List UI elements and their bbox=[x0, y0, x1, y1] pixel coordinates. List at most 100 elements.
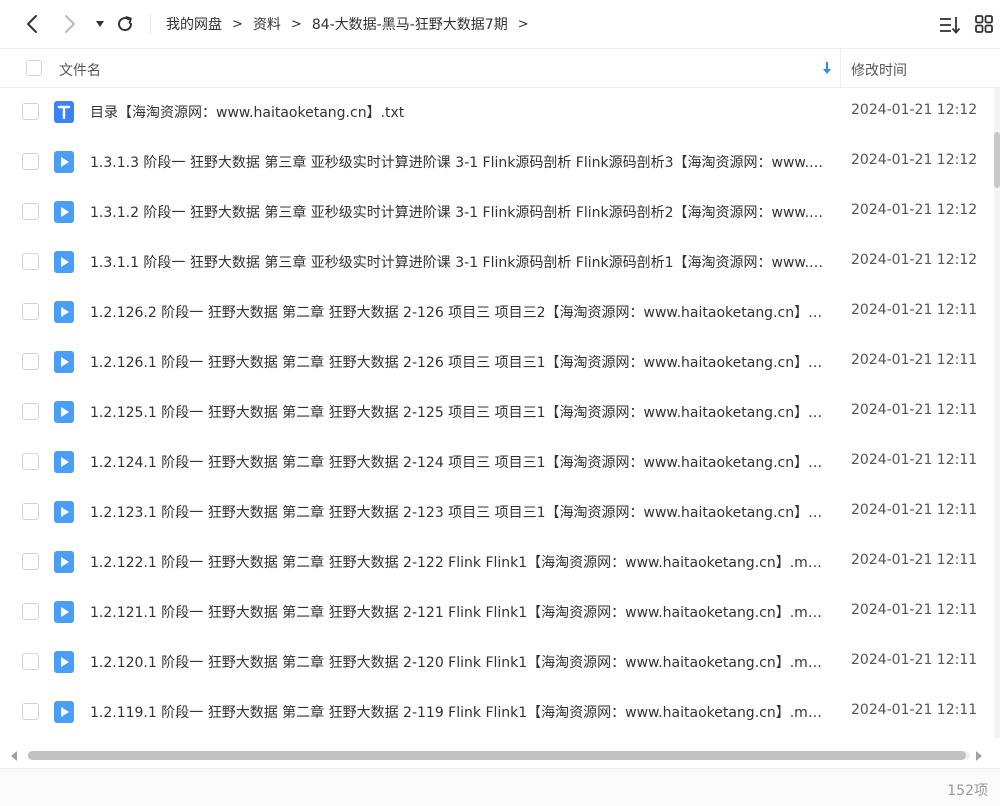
refresh-icon bbox=[118, 16, 133, 32]
file-row[interactable]: 1.3.1.3 阶段一 狂野大数据 第三章 亚秒级实时计算进阶课 3-1 Fli… bbox=[0, 138, 994, 188]
row-checkbox[interactable] bbox=[22, 153, 39, 170]
file-modified-time: 2024-01-21 12:12 bbox=[851, 202, 978, 218]
grid-view-icon bbox=[975, 15, 993, 33]
video-file-icon bbox=[54, 301, 74, 323]
file-name: 1.2.123.1 阶段一 狂野大数据 第二章 狂野大数据 2-123 项目三 … bbox=[90, 505, 825, 521]
scroll-left-arrow-icon[interactable] bbox=[10, 750, 18, 762]
row-checkbox[interactable] bbox=[22, 503, 39, 520]
file-row[interactable]: 1.2.126.1 阶段一 狂野大数据 第二章 狂野大数据 2-126 项目三 … bbox=[0, 338, 994, 388]
column-header-name[interactable]: 文件名 bbox=[59, 60, 101, 80]
file-row[interactable]: 1.2.122.1 阶段一 狂野大数据 第二章 狂野大数据 2-122 Flin… bbox=[0, 538, 994, 588]
file-name: 1.2.122.1 阶段一 狂野大数据 第二章 狂野大数据 2-122 Flin… bbox=[90, 555, 825, 571]
file-row[interactable]: 1.2.120.1 阶段一 狂野大数据 第二章 狂野大数据 2-120 Flin… bbox=[0, 638, 994, 688]
row-checkbox[interactable] bbox=[22, 303, 39, 320]
scroll-right-arrow-icon[interactable] bbox=[975, 750, 983, 762]
vertical-scrollbar[interactable] bbox=[994, 88, 1000, 738]
row-checkbox[interactable] bbox=[22, 353, 39, 370]
file-name: 目录【海淘资源网：www.haitaoketang.cn】.txt bbox=[90, 105, 405, 121]
file-modified-time: 2024-01-21 12:12 bbox=[851, 152, 978, 168]
toolbar: 我的网盘 > 资料 > 84-大数据-黑马-狂野大数据7期 > bbox=[0, 0, 1000, 48]
chevron-right-icon bbox=[65, 15, 75, 33]
breadcrumb: 我的网盘 > 资料 > 84-大数据-黑马-狂野大数据7期 > bbox=[166, 13, 539, 35]
horizontal-scrollbar-track[interactable] bbox=[28, 751, 970, 760]
horizontal-scrollbar-thumb[interactable] bbox=[28, 751, 966, 760]
sort-descending-icon[interactable] bbox=[821, 60, 833, 76]
file-name: 1.3.1.3 阶段一 狂野大数据 第三章 亚秒级实时计算进阶课 3-1 Fli… bbox=[90, 155, 825, 171]
toolbar-divider bbox=[150, 14, 151, 34]
file-name: 1.2.124.1 阶段一 狂野大数据 第二章 狂野大数据 2-124 项目三 … bbox=[90, 455, 825, 471]
row-checkbox[interactable] bbox=[22, 203, 39, 220]
column-header-modified-time[interactable]: 修改时间 bbox=[851, 60, 907, 80]
row-checkbox[interactable] bbox=[22, 703, 39, 720]
breadcrumb-expand-chevron[interactable]: > bbox=[518, 17, 529, 32]
file-name: 1.3.1.1 阶段一 狂野大数据 第三章 亚秒级实时计算进阶课 3-1 Fli… bbox=[90, 255, 825, 271]
file-modified-time: 2024-01-21 12:11 bbox=[851, 552, 978, 568]
row-checkbox[interactable] bbox=[22, 453, 39, 470]
file-modified-time: 2024-01-21 12:11 bbox=[851, 702, 978, 718]
file-modified-time: 2024-01-21 12:11 bbox=[851, 452, 978, 468]
breadcrumb-item-root[interactable]: 我的网盘 bbox=[166, 14, 222, 34]
file-name: 1.2.120.1 阶段一 狂野大数据 第二章 狂野大数据 2-120 Flin… bbox=[90, 655, 825, 671]
file-modified-time: 2024-01-21 12:11 bbox=[851, 502, 978, 518]
txt-file-icon bbox=[54, 101, 74, 123]
file-row[interactable]: 1.2.125.1 阶段一 狂野大数据 第二章 狂野大数据 2-125 项目三 … bbox=[0, 388, 994, 438]
sort-list-icon bbox=[940, 17, 961, 34]
file-row[interactable]: 1.2.126.2 阶段一 狂野大数据 第二章 狂野大数据 2-126 项目三 … bbox=[0, 288, 994, 338]
file-row[interactable]: 1.2.123.1 阶段一 狂野大数据 第二章 狂野大数据 2-123 项目三 … bbox=[0, 488, 994, 538]
file-list: 目录【海淘资源网：www.haitaoketang.cn】.txt 2024-0… bbox=[0, 88, 994, 738]
chevron-left-icon bbox=[27, 15, 37, 33]
horizontal-scrollbar[interactable] bbox=[0, 744, 1000, 768]
breadcrumb-item-materials[interactable]: 资料 bbox=[253, 14, 281, 34]
file-modified-time: 2024-01-21 12:11 bbox=[851, 652, 978, 668]
file-modified-time: 2024-01-21 12:12 bbox=[851, 252, 978, 268]
row-checkbox[interactable] bbox=[22, 403, 39, 420]
grid-view-button[interactable] bbox=[974, 14, 996, 36]
caret-down-icon bbox=[96, 21, 104, 27]
refresh-button[interactable] bbox=[113, 12, 137, 36]
file-row[interactable]: 1.3.1.2 阶段一 狂野大数据 第三章 亚秒级实时计算进阶课 3-1 Fli… bbox=[0, 188, 994, 238]
breadcrumb-separator: > bbox=[232, 16, 243, 32]
row-checkbox[interactable] bbox=[22, 653, 39, 670]
file-modified-time: 2024-01-21 12:11 bbox=[851, 352, 978, 368]
file-name: 1.2.126.2 阶段一 狂野大数据 第二章 狂野大数据 2-126 项目三 … bbox=[90, 305, 825, 321]
file-row[interactable]: 1.2.121.1 阶段一 狂野大数据 第二章 狂野大数据 2-121 Flin… bbox=[0, 588, 994, 638]
file-row[interactable]: 1.2.124.1 阶段一 狂野大数据 第二章 狂野大数据 2-124 项目三 … bbox=[0, 438, 994, 488]
item-count: 152项 bbox=[947, 783, 988, 799]
column-header: 文件名 修改时间 bbox=[0, 48, 1000, 88]
video-file-icon bbox=[54, 551, 74, 573]
video-file-icon bbox=[54, 601, 74, 623]
file-name: 1.2.126.1 阶段一 狂野大数据 第二章 狂野大数据 2-126 项目三 … bbox=[90, 355, 825, 371]
file-row[interactable]: 目录【海淘资源网：www.haitaoketang.cn】.txt 2024-0… bbox=[0, 88, 994, 138]
file-modified-time: 2024-01-21 12:11 bbox=[851, 302, 978, 318]
column-divider[interactable] bbox=[840, 49, 841, 87]
sort-menu-button[interactable] bbox=[939, 14, 961, 36]
file-modified-time: 2024-01-21 12:11 bbox=[851, 402, 978, 418]
row-checkbox[interactable] bbox=[22, 553, 39, 570]
history-dropdown-button[interactable] bbox=[88, 12, 112, 36]
video-file-icon bbox=[54, 701, 74, 723]
video-file-icon bbox=[54, 451, 74, 473]
back-button[interactable] bbox=[20, 12, 44, 36]
video-file-icon bbox=[54, 501, 74, 523]
file-modified-time: 2024-01-21 12:11 bbox=[851, 602, 978, 618]
forward-button[interactable] bbox=[58, 12, 82, 36]
vertical-scrollbar-thumb[interactable] bbox=[994, 132, 1000, 188]
breadcrumb-separator: > bbox=[290, 16, 302, 32]
video-file-icon bbox=[54, 201, 74, 223]
file-name: 1.3.1.2 阶段一 狂野大数据 第三章 亚秒级实时计算进阶课 3-1 Fli… bbox=[90, 205, 825, 221]
row-checkbox[interactable] bbox=[22, 603, 39, 620]
video-file-icon bbox=[54, 401, 74, 423]
row-checkbox[interactable] bbox=[22, 253, 39, 270]
select-all-checkbox[interactable] bbox=[26, 60, 42, 76]
status-bar: 152项 bbox=[0, 768, 1000, 806]
file-modified-time: 2024-01-21 12:12 bbox=[851, 102, 978, 118]
video-file-icon bbox=[54, 651, 74, 673]
file-row[interactable]: 1.2.119.1 阶段一 狂野大数据 第二章 狂野大数据 2-119 Flin… bbox=[0, 688, 994, 738]
file-row[interactable]: 1.3.1.1 阶段一 狂野大数据 第三章 亚秒级实时计算进阶课 3-1 Fli… bbox=[0, 238, 994, 288]
row-checkbox[interactable] bbox=[22, 103, 39, 120]
file-name: 1.2.125.1 阶段一 狂野大数据 第二章 狂野大数据 2-125 项目三 … bbox=[90, 405, 825, 421]
video-file-icon bbox=[54, 351, 74, 373]
video-file-icon bbox=[54, 151, 74, 173]
video-file-icon bbox=[54, 251, 74, 273]
breadcrumb-item-current[interactable]: 84-大数据-黑马-狂野大数据7期 bbox=[312, 14, 508, 34]
